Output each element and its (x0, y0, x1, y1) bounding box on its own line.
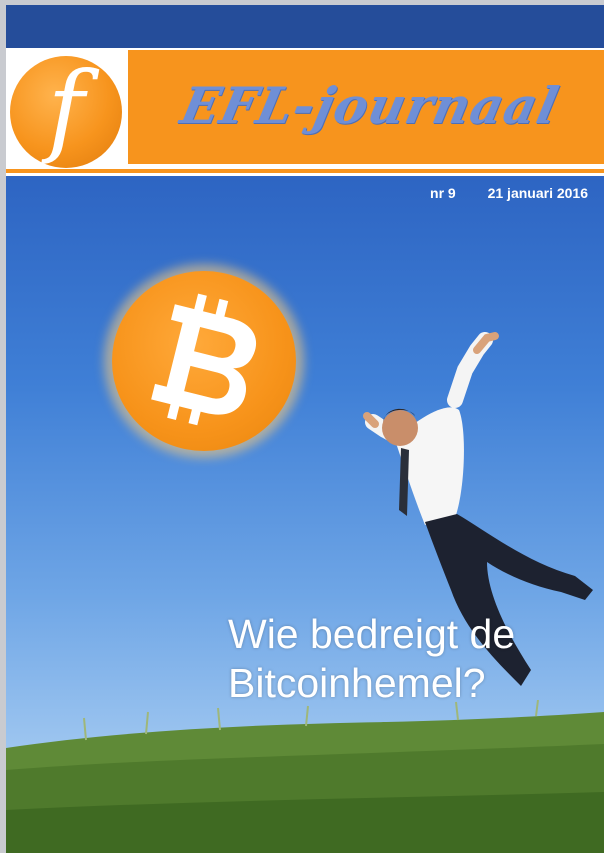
headline-line-1: Wie bedreigt de (228, 611, 516, 657)
issue-info: nr 9 21 januari 2016 (430, 185, 588, 201)
issue-number: nr 9 (430, 185, 456, 201)
logo-letter: f (47, 50, 85, 167)
cover-headline: Wie bedreigt de Bitcoinhemel? (228, 610, 598, 708)
issue-date: 21 januari 2016 (487, 185, 588, 201)
masthead-title: EFL-journaal (175, 76, 565, 135)
grass-hill (6, 700, 604, 853)
bitcoin-icon (112, 271, 296, 451)
f-logo-icon: f (10, 56, 122, 168)
masthead-underline (6, 169, 604, 173)
headline-line-2: Bitcoinhemel? (228, 660, 486, 706)
magazine-cover: f EFL-journaal nr 9 21 januari 2016 Wie … (0, 0, 604, 853)
top-color-band (6, 5, 604, 48)
